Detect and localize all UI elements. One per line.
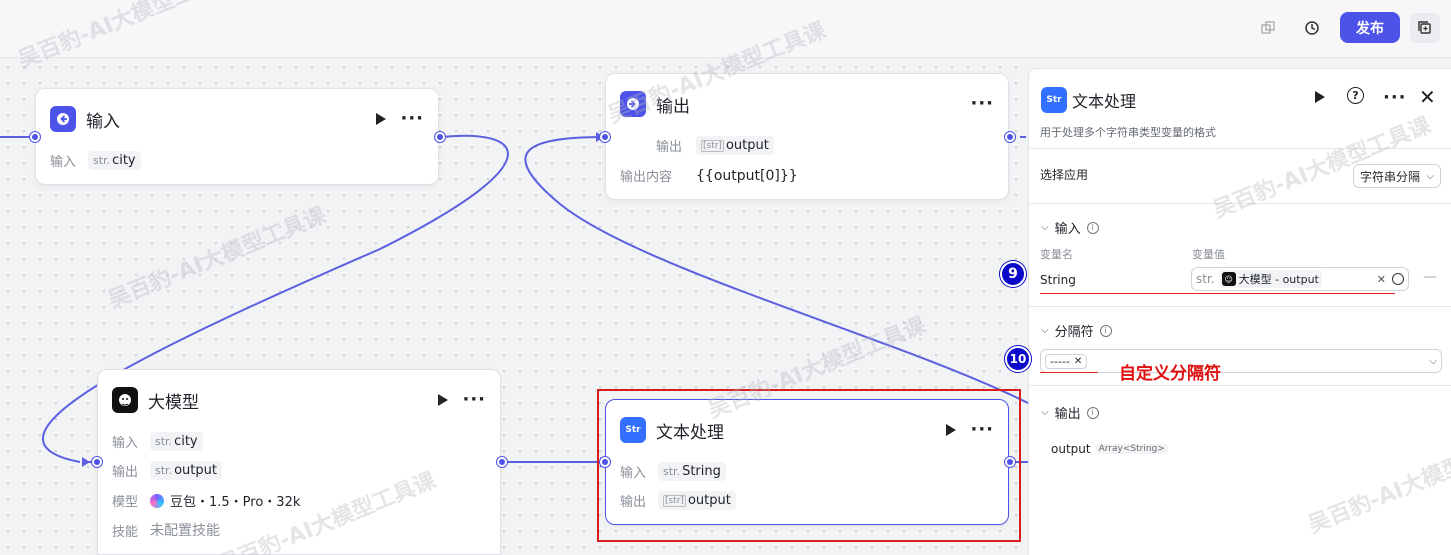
output-name: output	[1051, 442, 1091, 456]
variable-ref-tag: ☺ 大模型 - output	[1218, 270, 1322, 288]
variable-value-field[interactable]: str. ☺ 大模型 - output ✕	[1191, 267, 1409, 291]
node-title: 大模型	[148, 392, 199, 413]
info-icon: i	[1099, 324, 1112, 337]
login-icon	[50, 106, 76, 132]
info-icon: i	[1086, 221, 1099, 234]
publish-button[interactable]: 发布	[1340, 12, 1400, 43]
text-process-icon: Str	[1041, 87, 1067, 113]
annotation-badge-10: 10	[1005, 346, 1031, 372]
more-icon[interactable]: ···	[400, 110, 424, 128]
layers-icon[interactable]	[1253, 13, 1283, 43]
variable-tag: str. output	[150, 461, 222, 480]
highlight-box	[597, 389, 1021, 542]
llm-node-left-port[interactable]	[92, 457, 102, 467]
annotation-underline	[1040, 293, 1395, 294]
node-config-panel: Str 文本处理 ? ··· ✕ 用于处理多个字符串类型变量的格式 选择应用 字…	[1028, 68, 1451, 555]
field-label: 输入	[50, 155, 77, 170]
separator-chip[interactable]: ----- ✕	[1045, 353, 1088, 369]
more-icon[interactable]: ···	[462, 391, 486, 409]
run-icon[interactable]	[376, 113, 387, 125]
variable-tag: [str] output	[696, 136, 774, 155]
input-section-header[interactable]: ⌵ 输入 i	[1041, 218, 1099, 237]
output-content: {{output[0]}}	[696, 167, 798, 184]
field-label: 输入	[112, 436, 139, 451]
field-label: 输出	[112, 465, 139, 480]
model-name: 豆包・1.5・Pro・32k	[170, 495, 301, 510]
output-node-left-port[interactable]	[600, 132, 610, 142]
variable-tag: str. city	[150, 432, 203, 451]
input-node-right-port[interactable]	[435, 132, 445, 142]
skill-value: 未配置技能	[150, 523, 220, 539]
variable-name[interactable]: String	[1040, 273, 1076, 287]
output-node-right-port[interactable]	[1005, 132, 1015, 142]
clear-icon[interactable]: ✕	[1377, 273, 1386, 286]
chevron-down-icon: ⌵	[1041, 222, 1049, 233]
app-select[interactable]: 字符串分隔 ⌵	[1353, 164, 1441, 188]
top-toolbar: 发布	[0, 0, 1451, 58]
robot-icon: ☺	[1221, 272, 1236, 286]
panel-description: 用于处理多个字符串类型变量的格式	[1040, 126, 1216, 139]
target-icon[interactable]	[1392, 273, 1404, 285]
separator-section-header[interactable]: ⌵ 分隔符 i	[1041, 321, 1112, 340]
output-variable: output Array<String>	[1051, 442, 1168, 456]
run-icon[interactable]	[438, 394, 449, 406]
input-node-left-port[interactable]	[30, 132, 40, 142]
column-header: 变量名	[1040, 248, 1073, 261]
output-node[interactable]: 输出 ··· 输出 [str] output 输出内容 {{output[0]}}	[605, 73, 1009, 200]
column-header: 变量值	[1192, 248, 1225, 261]
separator-select[interactable]: ----- ✕ ⌵	[1040, 349, 1442, 373]
variable-ref-text: 大模型 - output	[1238, 273, 1319, 286]
remove-icon[interactable]: —	[1423, 269, 1437, 285]
node-title: 输入	[86, 111, 120, 132]
chevron-down-icon: ⌵	[1429, 355, 1437, 367]
section-title: 输入	[1054, 222, 1081, 237]
logout-icon	[620, 91, 646, 117]
chevron-down-icon: ⌵	[1041, 407, 1049, 418]
close-icon[interactable]: ✕	[1074, 356, 1082, 367]
field-label: 输出	[655, 140, 682, 155]
output-section-header[interactable]: ⌵ 输出 i	[1041, 403, 1099, 422]
section-title: 输出	[1054, 407, 1081, 422]
chevron-down-icon: ⌵	[1041, 325, 1049, 336]
node-title: 输出	[656, 96, 690, 117]
info-icon: i	[1086, 406, 1099, 419]
help-icon[interactable]: ?	[1347, 87, 1364, 104]
field-label: 技能	[112, 524, 139, 540]
type-prefix: str.	[1196, 272, 1215, 286]
close-icon[interactable]: ✕	[1419, 85, 1436, 109]
workflow-canvas[interactable]: 输入 ··· 输入 str. city 输出 ··· 输出 [str] output	[0, 59, 1030, 555]
field-label: 模型	[112, 495, 139, 510]
panel-title: 文本处理	[1072, 92, 1137, 111]
run-icon[interactable]	[1315, 91, 1325, 103]
field-label: 输出内容	[620, 170, 673, 185]
separator-value: -----	[1050, 354, 1070, 368]
variable-tag: str. city	[88, 151, 141, 170]
doubao-logo-icon	[150, 493, 164, 508]
annotation-underline	[1040, 372, 1098, 373]
history-icon[interactable]	[1297, 13, 1327, 43]
app-select-value: 字符串分隔	[1360, 169, 1421, 184]
more-icon[interactable]: ···	[970, 95, 994, 113]
robot-icon	[112, 387, 138, 413]
chevron-down-icon: ⌵	[1426, 170, 1434, 182]
llm-node[interactable]: 大模型 ··· 输入 str. city 输出 str. output 模型 豆包・…	[97, 369, 501, 555]
annotation-badge-9: 9	[1000, 261, 1026, 287]
llm-node-right-port[interactable]	[497, 457, 507, 467]
more-icon[interactable]: ···	[1383, 89, 1407, 107]
section-title: 分隔符	[1054, 325, 1094, 340]
output-type-badge: Array<String>	[1095, 444, 1168, 454]
custom-separator-annotation: 自定义分隔符	[1119, 364, 1221, 384]
copy-icon[interactable]	[1410, 13, 1440, 43]
select-app-label: 选择应用	[1040, 168, 1089, 182]
input-node[interactable]: 输入 ··· 输入 str. city	[35, 88, 439, 185]
